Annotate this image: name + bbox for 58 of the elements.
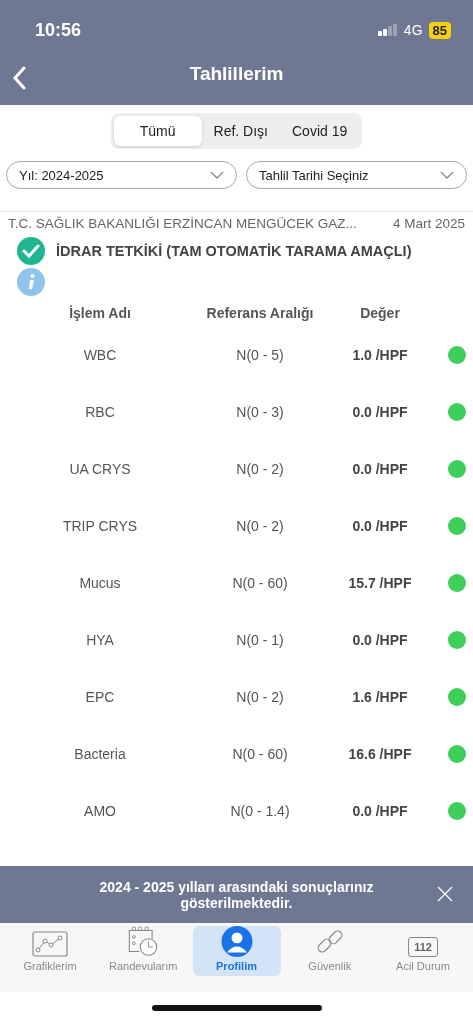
table-cell-text: 0.0 /HPF xyxy=(351,631,409,648)
battery-level: 85 xyxy=(428,21,451,39)
page-title: Tahlillerim xyxy=(189,63,284,85)
status-dot xyxy=(447,630,466,649)
test-date: 4 Mart 2025 xyxy=(392,216,465,231)
network-label: 4G xyxy=(403,22,423,38)
segment-tab[interactable]: Covid 19 xyxy=(280,116,360,146)
table-cell-text: N(0 - 2) xyxy=(235,460,285,477)
table-cell-text: N(0 - 3) xyxy=(235,403,285,420)
signal-icon xyxy=(377,24,398,36)
table-cell-text: 1.0 /HPF xyxy=(351,346,409,363)
table-cell-text: 15.7 /HPF xyxy=(347,574,413,591)
chevron-icon xyxy=(210,171,224,179)
column-header: Değer xyxy=(359,305,401,321)
table-cell-text: N(0 - 1.4) xyxy=(229,802,291,819)
table-cell-text: AMO xyxy=(83,802,117,819)
chevron-icon xyxy=(440,171,454,179)
table-cell-text: 0.0 /HPF xyxy=(351,517,409,534)
tab-bar-item[interactable]: 112 Acil Durum xyxy=(379,926,467,976)
status-dot xyxy=(447,573,466,592)
status-dot xyxy=(447,516,466,535)
test-title: İDRAR TETKİKİ (TAM OTOMATİK TARAMA AMAÇLI) xyxy=(56,243,412,259)
table-cell-text: N(0 - 60) xyxy=(231,574,289,591)
table-cell-text: 0.0 /HPF xyxy=(351,460,409,477)
table-cell-text: N(0 - 2) xyxy=(235,517,285,534)
status-dot xyxy=(447,345,466,364)
table-cell-text: EPC xyxy=(84,688,116,705)
status-dot xyxy=(447,801,466,820)
status-dot xyxy=(447,459,466,478)
column-header: Referans Aralığı xyxy=(205,305,315,321)
status-dot xyxy=(447,744,466,763)
table-cell-text: UA CRYS xyxy=(68,460,132,477)
table-cell-text: N(0 - 60) xyxy=(231,745,289,762)
clock: 10:56 xyxy=(35,19,82,41)
table-cell-text: RBC xyxy=(84,403,116,420)
emergency-number-icon: 112 xyxy=(408,937,438,957)
status-dot xyxy=(447,687,466,706)
person-icon xyxy=(219,926,254,957)
table-cell-text: Mucus xyxy=(78,574,122,591)
table-cell-text: TRIP CRYS xyxy=(61,517,139,534)
table-cell-text: WBC xyxy=(82,346,118,363)
hospital-name: T.C. SAĞLIK BAKANLIĞI ERZİNCAN MENGÜCEK GAZ... xyxy=(8,216,357,231)
toast-message: 2024 - 2025 yılları arasındaki sonuçlarınız gösterilmektedir. xyxy=(98,878,375,911)
table-cell-text: HYA xyxy=(85,631,115,648)
table-cell-text: N(0 - 2) xyxy=(235,688,285,705)
segment-tab[interactable]: Ref. Dışı xyxy=(201,116,280,146)
table-cell-text: 16.6 /HPF xyxy=(347,745,413,762)
table-cell-text: Bacteria xyxy=(73,745,127,762)
table-cell-text: N(0 - 1) xyxy=(235,631,285,648)
status-dot xyxy=(447,402,466,421)
column-header: İşlem Adı xyxy=(68,305,132,321)
tab-bar-item[interactable]: Profilim xyxy=(192,926,281,976)
table-cell-text: 1.6 /HPF xyxy=(351,688,409,705)
table-cell-text: 0.0 /HPF xyxy=(351,802,409,819)
segment-tab[interactable]: Tümü xyxy=(113,116,202,146)
table-cell-text: 0.0 /HPF xyxy=(351,403,409,420)
line-chart-icon xyxy=(32,931,68,957)
table-cell-text: N(0 - 5) xyxy=(235,346,285,363)
